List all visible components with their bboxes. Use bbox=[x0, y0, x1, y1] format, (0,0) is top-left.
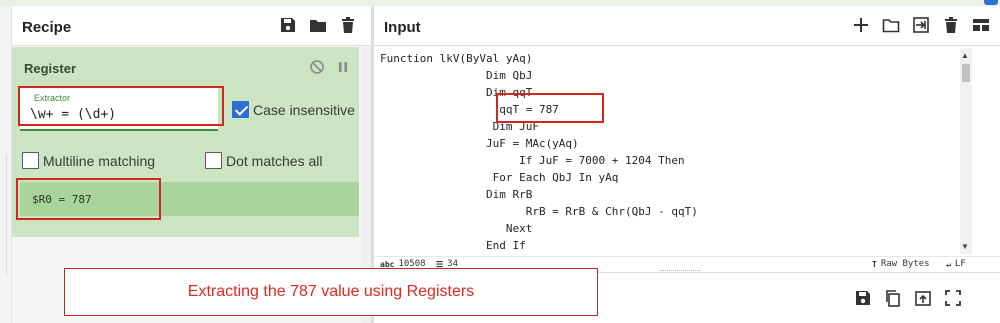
open-folder-icon[interactable] bbox=[882, 16, 900, 34]
top-blue-indicator bbox=[984, 0, 998, 5]
dotall-checkbox[interactable] bbox=[205, 152, 222, 169]
copy-icon[interactable] bbox=[884, 289, 902, 307]
eol-toggle[interactable]: ↵ LF bbox=[946, 259, 966, 269]
output-toolbar bbox=[854, 289, 962, 307]
code-line: If JuF = 7000 + 1204 Then bbox=[380, 154, 685, 167]
operation-title: Register bbox=[24, 61, 77, 76]
code-line: Function lkV(ByVal yAq) bbox=[380, 52, 533, 65]
case-insensitive-label: Case insensitive bbox=[253, 101, 355, 118]
scroll-down-icon[interactable]: ▼ bbox=[961, 242, 969, 251]
return-icon: ↵ bbox=[946, 259, 951, 269]
replace-input-icon[interactable] bbox=[914, 289, 932, 307]
output-highlight bbox=[16, 178, 161, 220]
recipe-toolbar bbox=[279, 16, 357, 34]
eol-label: LF bbox=[954, 259, 966, 269]
input-toolbar bbox=[852, 16, 990, 34]
input-title: Input bbox=[384, 19, 421, 36]
clear-icon[interactable] bbox=[942, 16, 960, 34]
import-icon[interactable] bbox=[912, 16, 930, 34]
dotall-label: Dot matches all bbox=[226, 152, 323, 169]
case-insensitive-option[interactable]: Case insensitive bbox=[232, 101, 355, 118]
multiline-checkbox[interactable] bbox=[22, 152, 39, 169]
recipe-title: Recipe bbox=[22, 19, 72, 36]
code-line: Dim RrB bbox=[380, 188, 533, 201]
code-line: Next bbox=[380, 222, 533, 235]
raw-bytes-toggle[interactable]: T Raw Bytes bbox=[872, 259, 930, 269]
folder-icon[interactable] bbox=[309, 16, 327, 34]
text-format-icon: T bbox=[872, 259, 877, 269]
recipe-header: Recipe bbox=[12, 6, 371, 46]
code-line: RrB = RrB & Chr(QbJ - qqT) bbox=[380, 205, 698, 218]
code-line: For Each QbJ In yAq bbox=[380, 171, 619, 184]
save-output-icon[interactable] bbox=[854, 289, 872, 307]
trash-icon[interactable] bbox=[339, 16, 357, 34]
code-line: End If bbox=[380, 239, 526, 252]
case-insensitive-checkbox[interactable] bbox=[232, 101, 249, 118]
scroll-up-icon[interactable]: ▲ bbox=[961, 51, 969, 60]
save-icon[interactable] bbox=[279, 16, 297, 34]
raw-bytes-label: Raw Bytes bbox=[880, 259, 930, 269]
value-highlight bbox=[496, 93, 604, 123]
gutter-line bbox=[6, 156, 7, 276]
layout-icon[interactable] bbox=[972, 16, 990, 34]
input-header: Input bbox=[374, 6, 1000, 46]
disable-icon[interactable] bbox=[309, 59, 325, 75]
multiline-label: Multiline matching bbox=[43, 152, 156, 169]
scroll-thumb[interactable] bbox=[962, 64, 970, 82]
add-icon[interactable] bbox=[852, 16, 870, 34]
multiline-option[interactable]: Multiline matching bbox=[22, 152, 155, 169]
pause-icon[interactable] bbox=[335, 59, 351, 75]
maximize-icon[interactable] bbox=[944, 289, 962, 307]
caption-text: Extracting the 787 value using Registers bbox=[187, 283, 475, 300]
extractor-highlight bbox=[18, 86, 224, 126]
operation-controls bbox=[309, 59, 351, 75]
code-line: Dim QbJ bbox=[380, 69, 533, 82]
dotall-option[interactable]: Dot matches all bbox=[205, 152, 322, 169]
caption-box: Extracting the 787 value using Registers bbox=[64, 268, 598, 316]
input-scrollbar[interactable]: ▲ ▼ bbox=[960, 48, 972, 254]
left-gutter bbox=[0, 6, 12, 323]
code-line: JuF = MAc(yAq) bbox=[380, 137, 579, 150]
input-panel: Input Function lkV(ByVal yAq) Dim QbJ Di… bbox=[374, 6, 1000, 256]
